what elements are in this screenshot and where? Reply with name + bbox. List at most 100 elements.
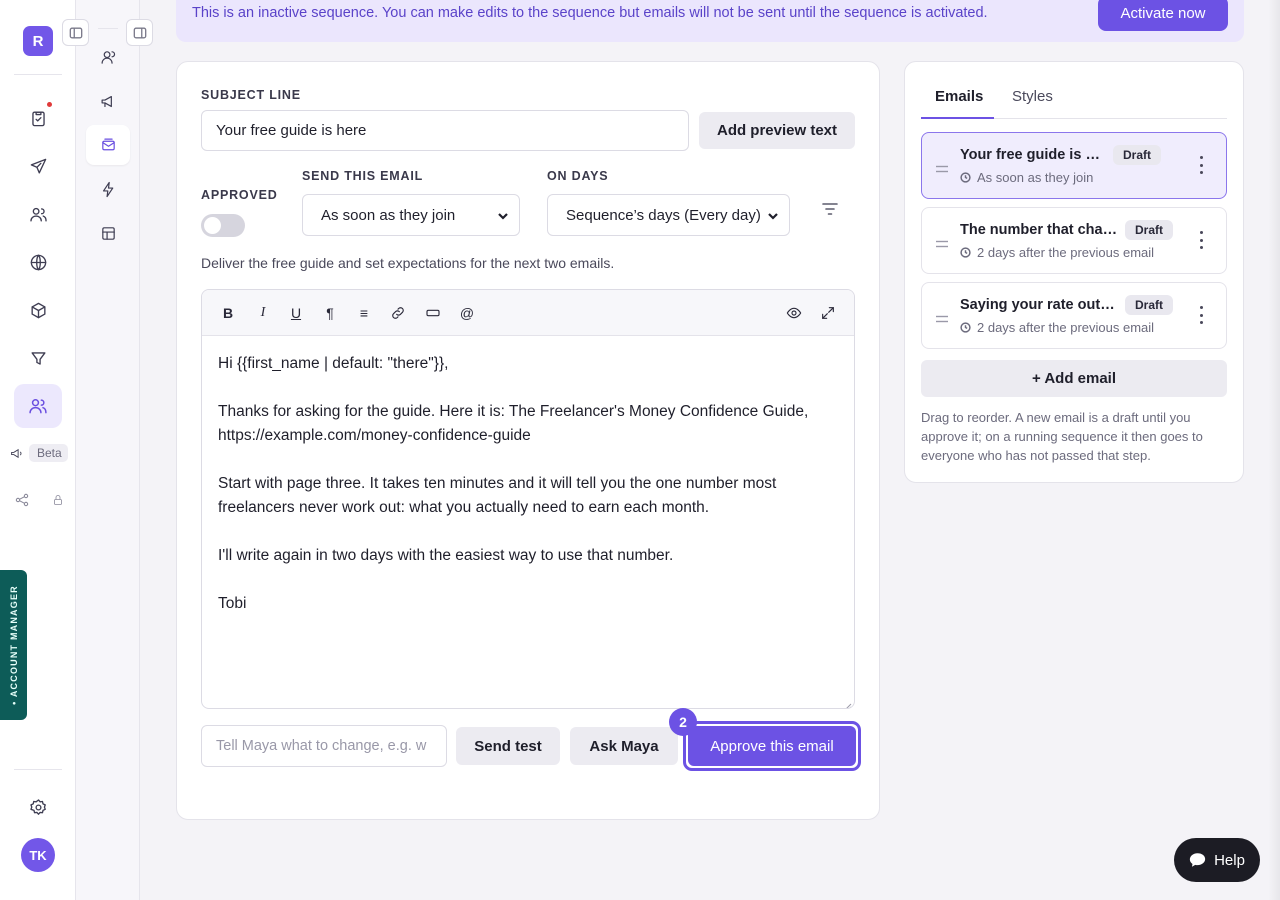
list-icon[interactable]: ≡ <box>354 302 374 324</box>
body-line <box>218 520 848 544</box>
body-line: https://example.com/money-confidence-gui… <box>218 427 531 444</box>
primary-sidebar: R Beta • ACCOUNT MANAGER TK <box>0 0 76 900</box>
activate-button[interactable]: Activate now <box>1098 0 1228 31</box>
body-line: Start with page three. It takes ten minu… <box>218 475 777 492</box>
workspace-logo[interactable]: R <box>23 26 53 56</box>
active-tab-indicator <box>921 117 994 119</box>
chevron-down-icon <box>497 209 509 221</box>
status-badge: Draft <box>1125 220 1174 240</box>
share-nav-item[interactable] <box>14 492 64 508</box>
maya-instruction-input[interactable]: Tell Maya what to change, e.g. w <box>201 725 447 767</box>
italic-icon[interactable]: I <box>253 302 273 324</box>
people-icon[interactable] <box>22 198 54 230</box>
eye-icon[interactable] <box>784 302 804 324</box>
more-options-icon[interactable] <box>1198 156 1204 174</box>
collapse-secondary-sidebar-icon[interactable] <box>126 19 153 46</box>
email-list-item[interactable]: The number that chan… Draft 2 days after… <box>921 207 1227 274</box>
beta-nav-item[interactable]: Beta <box>10 444 68 462</box>
body-line: Thanks for asking for the guide. Here it… <box>218 403 809 420</box>
avatar[interactable]: TK <box>21 838 55 872</box>
button-icon[interactable] <box>423 302 443 324</box>
account-manager-tab[interactable]: • ACCOUNT MANAGER <box>0 570 27 720</box>
email-list-item[interactable]: Saying your rate out l… Draft 2 days aft… <box>921 282 1227 349</box>
body-line <box>218 448 848 472</box>
add-preview-text-button[interactable]: Add preview text <box>699 112 855 149</box>
link-icon[interactable] <box>388 302 408 324</box>
send-this-email-label: SEND THIS EMAIL <box>302 169 424 183</box>
box-icon[interactable] <box>22 294 54 326</box>
expand-icon[interactable] <box>818 302 838 324</box>
reorder-help-text: Drag to reorder. A new email is a draft … <box>921 410 1203 463</box>
globe-icon[interactable] <box>22 246 54 278</box>
approve-email-button[interactable]: Approve this email <box>688 726 856 766</box>
approved-label: APPROVED <box>201 188 278 202</box>
email-editor-card: SUBJECT LINE Your free guide is here Add… <box>176 61 880 820</box>
collapse-sidebar-icon[interactable] <box>62 19 89 46</box>
drag-handle-icon[interactable] <box>936 235 948 248</box>
share-icon <box>15 493 29 507</box>
layout-icon[interactable] <box>86 213 130 253</box>
mention-icon[interactable]: @ <box>457 302 477 324</box>
ask-maya-button[interactable]: Ask Maya <box>570 727 678 765</box>
email-timing-text: 2 days after the previous email <box>977 245 1155 260</box>
filter-icon[interactable] <box>822 202 838 216</box>
banner-message: This is an inactive sequence. You can ma… <box>192 5 988 21</box>
resize-grip-icon[interactable] <box>844 698 852 708</box>
mail-sequence-icon[interactable] <box>86 125 130 165</box>
step-number-badge: 2 <box>669 708 697 736</box>
divider <box>14 769 62 770</box>
settings-icon[interactable] <box>22 791 54 823</box>
approved-toggle[interactable] <box>201 214 245 237</box>
email-body-text[interactable]: Hi {{first_name | default: "there"}}, Tha… <box>218 352 848 616</box>
paragraph-icon[interactable]: ¶ <box>320 302 340 324</box>
on-days-label: ON DAYS <box>547 169 609 183</box>
subject-line-input[interactable]: Your free guide is here <box>201 110 689 151</box>
email-title: Your free guide is here <box>960 147 1106 163</box>
email-description: Deliver the free guide and set expectati… <box>201 255 615 271</box>
drag-handle-icon[interactable] <box>936 310 948 323</box>
megaphone-icon[interactable] <box>86 81 130 121</box>
emails-panel: Emails Styles Your free guide is here Dr… <box>904 61 1244 483</box>
formatting-toolbar: B I U ¶ ≡ @ <box>202 290 854 336</box>
underline-icon[interactable]: U <box>286 302 306 324</box>
divider <box>98 28 118 29</box>
clock-icon <box>960 247 971 258</box>
add-email-button[interactable]: + Add email <box>921 360 1227 397</box>
secondary-sidebar <box>76 0 140 900</box>
bold-icon[interactable]: B <box>218 302 238 324</box>
body-line <box>218 568 848 592</box>
send-timing-select[interactable]: As soon as they join <box>302 194 520 236</box>
email-timing: 2 days after the previous email <box>960 245 1154 260</box>
send-test-button[interactable]: Send test <box>456 727 560 765</box>
email-timing-text: As soon as they join <box>977 170 1094 185</box>
account-manager-label: • ACCOUNT MANAGER <box>8 585 19 705</box>
chat-bubble-icon <box>1189 853 1206 867</box>
lightning-icon[interactable] <box>86 169 130 209</box>
tab-emails[interactable]: Emails <box>935 88 983 105</box>
drag-handle-icon[interactable] <box>936 160 948 173</box>
help-label: Help <box>1214 851 1245 869</box>
on-days-select[interactable]: Sequence’s days (Every day) <box>547 194 790 236</box>
body-line: Hi {{first_name | default: "there"}}, <box>218 355 449 372</box>
contacts-icon[interactable] <box>14 384 62 428</box>
email-title: The number that chan… <box>960 222 1118 238</box>
more-options-icon[interactable] <box>1198 306 1204 324</box>
email-body-editor[interactable]: B I U ¶ ≡ @ Hi {{first_name | default: "… <box>201 289 855 709</box>
email-list-item[interactable]: Your free guide is here Draft As soon as… <box>921 132 1227 199</box>
email-title: Saying your rate out l… <box>960 297 1118 313</box>
body-line: Tobi <box>218 595 247 612</box>
help-button[interactable]: Help <box>1174 838 1260 882</box>
clock-icon <box>960 322 971 333</box>
beta-badge: Beta <box>29 444 68 462</box>
funnel-icon[interactable] <box>22 342 54 374</box>
send-timing-value: As soon as they join <box>321 206 456 224</box>
tab-styles[interactable]: Styles <box>1012 88 1053 105</box>
divider <box>14 74 62 75</box>
subject-line-label: SUBJECT LINE <box>201 88 301 102</box>
person-icon[interactable] <box>86 37 130 77</box>
send-icon[interactable] <box>22 150 54 182</box>
more-options-icon[interactable] <box>1198 231 1204 249</box>
email-timing-text: 2 days after the previous email <box>977 320 1155 335</box>
lock-icon <box>54 495 62 505</box>
status-badge: Draft <box>1113 145 1162 165</box>
